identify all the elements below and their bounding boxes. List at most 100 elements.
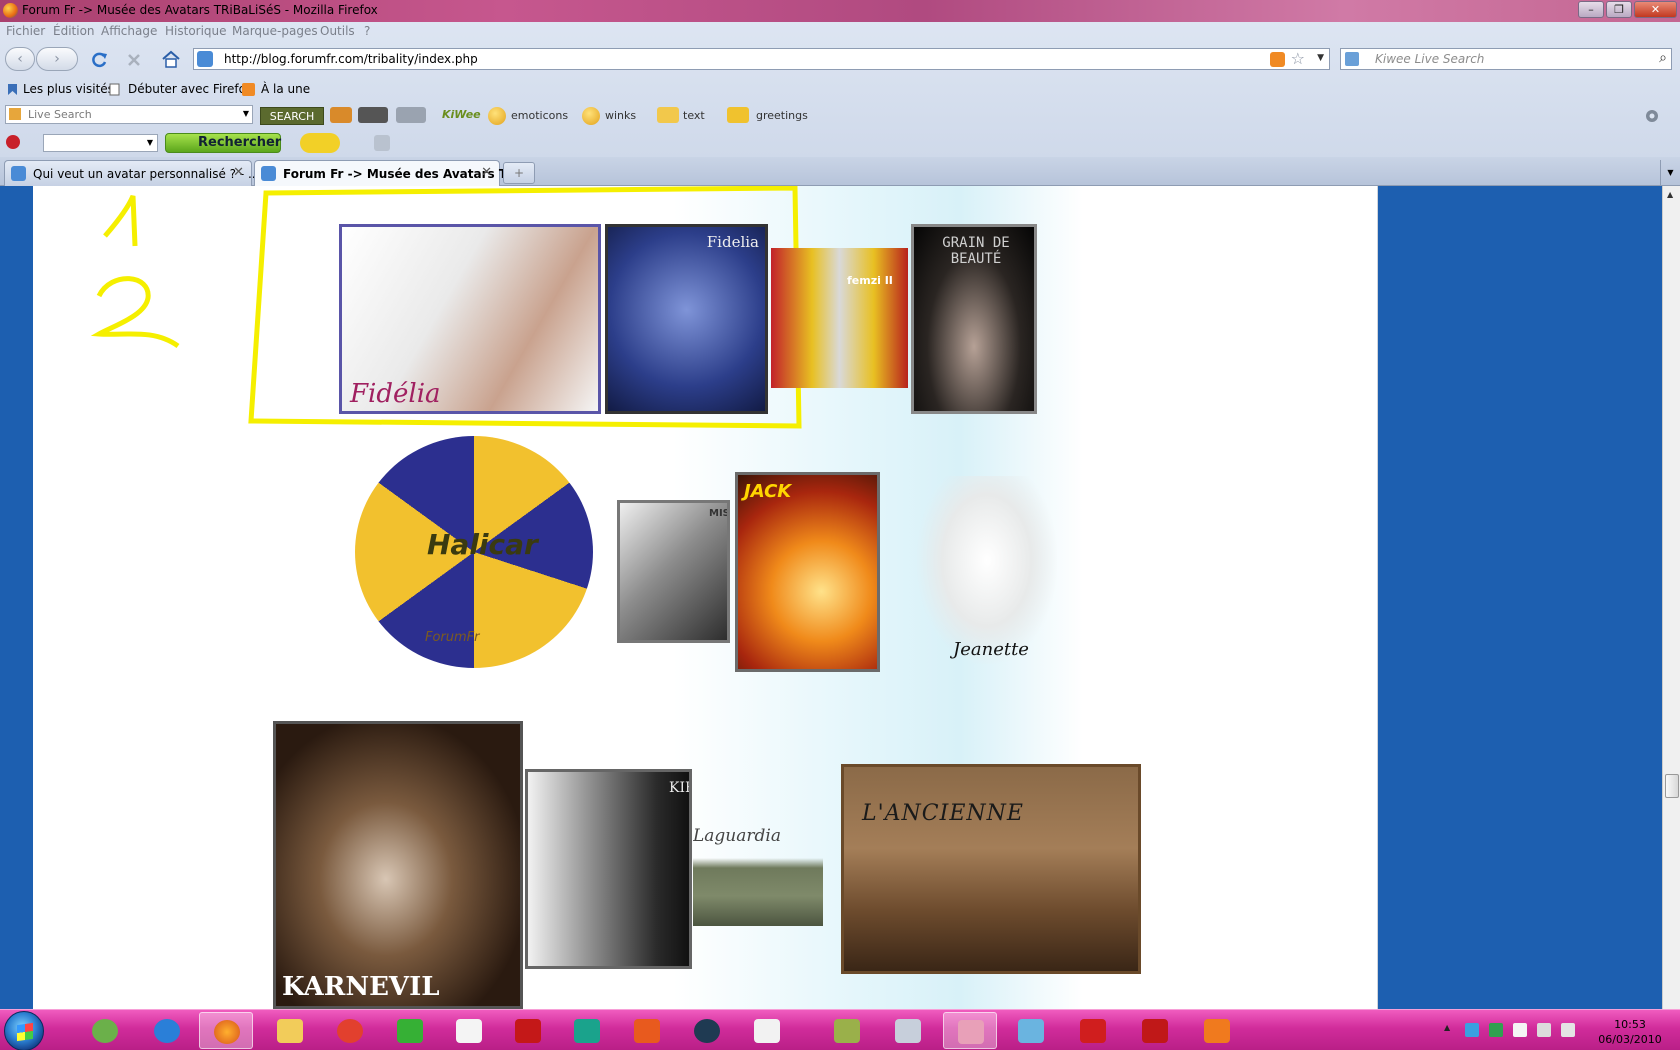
task-notepad[interactable]	[442, 1012, 496, 1049]
text-icon[interactable]	[657, 107, 679, 123]
task-paint[interactable]	[943, 1012, 997, 1049]
emoticons-menu[interactable]: emoticons	[511, 109, 568, 122]
app-icon	[574, 1019, 600, 1043]
vertical-scrollbar[interactable]: ▲	[1662, 186, 1680, 1009]
new-tab-button[interactable]: +	[503, 162, 535, 184]
minimize-button[interactable]: –	[1578, 1, 1604, 18]
search-box[interactable]: Kiwee Live Search ⌕	[1340, 48, 1672, 70]
avatar-laguardia[interactable]: Laguardia	[693, 826, 823, 926]
avatar-portrait-mis[interactable]: MIS	[617, 500, 730, 643]
chevron-down-icon[interactable]: ▼	[243, 109, 249, 118]
task-internet-explorer[interactable]	[140, 1012, 194, 1049]
task-messages[interactable]	[1190, 1012, 1244, 1049]
task-app-teal[interactable]	[560, 1012, 614, 1049]
start-button[interactable]	[4, 1011, 44, 1050]
close-icon[interactable]: ✕	[481, 165, 492, 180]
menu-historique[interactable]: Historique	[165, 24, 227, 38]
task-media[interactable]	[680, 1012, 734, 1049]
greetings-menu[interactable]: greetings	[756, 109, 808, 122]
task-messenger[interactable]	[78, 1012, 132, 1049]
url-dropdown-icon[interactable]: ▼	[1317, 53, 1324, 63]
pen-icon[interactable]	[374, 135, 390, 151]
task-tools[interactable]	[820, 1012, 874, 1049]
live-search-input[interactable]: Live Search ▼	[5, 105, 253, 124]
menu-outils[interactable]: Outils	[320, 24, 355, 38]
task-mail[interactable]	[1004, 1012, 1058, 1049]
tray-monitor-icon[interactable]	[1537, 1023, 1551, 1037]
avatar-jack[interactable]: JACK	[735, 472, 880, 672]
text-menu[interactable]: text	[683, 109, 705, 122]
menu-affichage[interactable]: Affichage	[101, 24, 157, 38]
ladybug-icon[interactable]	[6, 135, 20, 149]
task-document[interactable]	[740, 1012, 794, 1049]
task-firefox[interactable]	[199, 1012, 253, 1049]
tray-network-icon[interactable]	[1465, 1023, 1479, 1037]
close-button[interactable]: ✕	[1634, 1, 1677, 18]
stop-icon[interactable]	[126, 52, 142, 68]
avatar-lancienne[interactable]: L'ANCIENNE	[841, 764, 1141, 974]
live-search-button[interactable]: SEARCH	[260, 107, 324, 125]
tab-favicon-icon	[11, 166, 26, 181]
gear-icon[interactable]	[1644, 108, 1660, 124]
emoticons-icon[interactable]	[488, 107, 506, 125]
menu-fichier[interactable]: Fichier	[6, 24, 45, 38]
smiley-toolbar-icon[interactable]	[300, 133, 340, 153]
maximize-button[interactable]: ❐	[1606, 1, 1632, 18]
home-icon[interactable]	[161, 50, 181, 68]
bookmark-most-visited[interactable]: Les plus visités	[23, 82, 114, 96]
url-bar[interactable]: http://blog.forumfr.com/tribality/index.…	[193, 48, 1330, 70]
bookmark-headlines[interactable]: À la une	[261, 82, 310, 96]
winks-menu[interactable]: winks	[605, 109, 636, 122]
search-engine-icon[interactable]	[1345, 52, 1359, 66]
avatar-femzi[interactable]: femzi II	[771, 248, 908, 388]
taskbar-clock[interactable]: 10:53 06/03/2010	[1585, 1017, 1675, 1047]
task-calculator[interactable]	[881, 1012, 935, 1049]
avatar-fidelia[interactable]: Fidélia	[339, 224, 601, 414]
forward-button[interactable]: ›	[36, 47, 78, 71]
menu-marque-pages[interactable]: Marque-pages	[232, 24, 318, 38]
volume-icon[interactable]	[1561, 1023, 1575, 1037]
reload-icon[interactable]	[90, 51, 108, 69]
avatar-fidelia-siren[interactable]: Fidelia	[605, 224, 768, 414]
search-toolbar: ▼ Rechercher	[0, 130, 1680, 156]
task-app-green[interactable]	[383, 1012, 437, 1049]
avatar-grain-de-beaute[interactable]: GRAIN DE BEAUTÉ	[911, 224, 1037, 414]
avatar-subcaption: ForumFr	[425, 630, 480, 645]
scroll-up-icon[interactable]: ▲	[1667, 190, 1673, 199]
task-app-red[interactable]	[323, 1012, 377, 1049]
tray-security-icon[interactable]	[1489, 1023, 1503, 1037]
bookmark-star-icon[interactable]: ☆	[1291, 49, 1305, 68]
avatar-halicar[interactable]: Halicar ForumFr	[355, 436, 593, 668]
task-app-orange[interactable]	[620, 1012, 674, 1049]
search-icon[interactable]: ⌕	[1659, 50, 1667, 66]
avatar-kirwena[interactable]: KIRWENA	[525, 769, 692, 969]
tab-avatar-request[interactable]: Qui veut un avatar personnalisé ? - ... …	[4, 160, 259, 186]
task-app-m[interactable]	[501, 1012, 555, 1049]
rechercher-button[interactable]: Rechercher	[165, 133, 281, 153]
video-camera-icon[interactable]	[358, 107, 388, 123]
menu-edition[interactable]: Édition	[53, 24, 95, 38]
envelope-icon[interactable]	[727, 107, 749, 123]
task-game[interactable]	[1066, 1012, 1120, 1049]
show-hidden-icons-icon[interactable]: ▲	[1444, 1023, 1458, 1037]
kiwee-logo[interactable]: KiWee	[442, 108, 481, 121]
winks-icon[interactable]	[582, 107, 600, 125]
scrollbar-thumb[interactable]	[1665, 774, 1679, 798]
chevron-down-icon[interactable]: ▼	[147, 138, 153, 147]
photo-icon[interactable]	[330, 107, 352, 123]
tab-musee-avatars[interactable]: Forum Fr -> Musée des Avatars T... ✕	[254, 160, 519, 187]
list-all-tabs-button[interactable]: ▼	[1660, 160, 1680, 185]
menu-help[interactable]: ?	[364, 24, 370, 38]
bookmark-getting-started[interactable]: Débuter avec Firefox	[128, 82, 253, 96]
rss-feed-icon[interactable]	[1270, 52, 1285, 67]
tray-flag-icon[interactable]	[1513, 1023, 1527, 1037]
close-icon[interactable]: ✕	[233, 165, 244, 180]
keyboard-icon[interactable]	[396, 107, 426, 123]
url-text[interactable]: http://blog.forumfr.com/tribality/index.…	[224, 52, 478, 66]
rechercher-select[interactable]: ▼	[43, 134, 158, 152]
task-explorer[interactable]	[263, 1012, 317, 1049]
task-racing[interactable]	[1128, 1012, 1182, 1049]
back-button[interactable]: ‹	[5, 47, 35, 71]
avatar-jeanette[interactable]: Jeanette	[917, 476, 1057, 664]
avatar-karnevil[interactable]: KARNEVIL	[273, 721, 523, 1009]
